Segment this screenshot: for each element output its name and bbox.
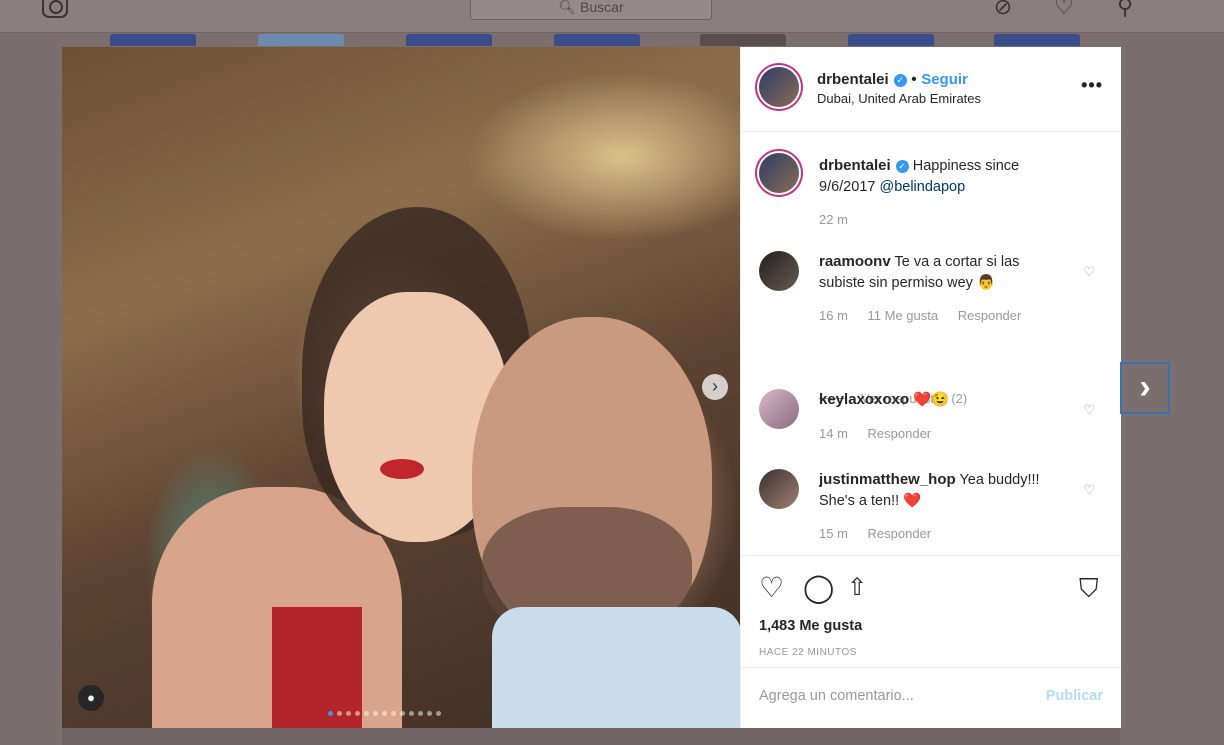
separator-dot: • (911, 71, 922, 88)
search-placeholder: Buscar (580, 0, 624, 15)
carousel-dot (328, 711, 333, 716)
carousel-dot (346, 711, 351, 716)
add-comment-bar: Agrega un comentario... Publicar (741, 667, 1121, 729)
commenter-avatar[interactable] (759, 469, 799, 509)
thumbnail (554, 34, 640, 46)
comment-like-heart-icon[interactable]: ♡ (1083, 479, 1095, 500)
carousel-dot (436, 711, 441, 716)
thumbnail (700, 34, 786, 46)
more-options-icon[interactable]: ••• (1081, 75, 1103, 96)
carousel-dot (391, 711, 396, 716)
search-input[interactable]: 🔍︎ Buscar (470, 0, 712, 20)
caption-body: drbentalei ✓ Happiness since 9/6/2017 @be… (819, 155, 1069, 198)
commenter-avatar[interactable] (759, 389, 799, 429)
caption-username[interactable]: drbentalei (819, 157, 891, 174)
reply-link[interactable]: Responder (868, 526, 932, 541)
user-icon[interactable]: ⚲ (1112, 0, 1138, 18)
reply-link[interactable]: Responder (868, 426, 932, 441)
post-location[interactable]: Dubai, United Arab Emirates (817, 91, 981, 106)
bookmark-icon[interactable]: ⛉ (1079, 574, 1099, 602)
background-grid-strip (62, 728, 1120, 745)
thumbnail (258, 34, 344, 46)
add-comment-input[interactable]: Agrega un comentario... (759, 688, 914, 704)
like-count[interactable]: 1,483 Me gusta (759, 618, 862, 634)
instagram-logo-icon[interactable] (42, 0, 68, 18)
photo-region (380, 459, 424, 479)
post-caption: drbentalei ✓ Happiness since 9/6/2017 @be… (759, 151, 1101, 231)
comment-item: keylaxoxoxo ❤️😉 ♡ 14 m Responder (759, 385, 1101, 455)
tagged-users-icon[interactable]: ● (78, 685, 104, 711)
post-timestamp[interactable]: HACE 22 MINUTOS (759, 647, 857, 658)
photo-region (272, 607, 362, 728)
carousel-next-icon[interactable]: › (702, 374, 728, 400)
carousel-dot (355, 711, 360, 716)
activity-heart-icon[interactable]: ♡ (1051, 0, 1077, 18)
comment-item: justinmatthew_hop Yea buddy!!! She's a t… (759, 465, 1101, 545)
post-header: drbentalei ✓ • Seguir Dubai, United Arab … (741, 47, 1121, 132)
carousel-dot (400, 711, 405, 716)
caption-time: 22 m (819, 212, 848, 227)
author-username[interactable]: drbentalei (817, 71, 889, 88)
carousel-dot (337, 711, 342, 716)
carousel-dot (427, 711, 432, 716)
comment-time: 14 m (819, 426, 848, 441)
top-navigation-bar: 🔍︎ Buscar ⊘ ♡ ⚲ (0, 0, 1224, 33)
commenter-avatar[interactable] (759, 251, 799, 291)
post-modal: › ● drbentalei ✓ • Seguir Dubai, United A… (62, 47, 1121, 728)
carousel-dot (418, 711, 423, 716)
publish-button[interactable]: Publicar (1046, 688, 1103, 704)
comment-text: ❤️😉 (913, 392, 950, 408)
comment-like-heart-icon[interactable]: ♡ (1083, 399, 1095, 420)
comment-time: 15 m (819, 526, 848, 541)
comment-body: justinmatthew_hop Yea buddy!!! She's a t… (819, 469, 1069, 512)
comment-meta: 14 m Responder (819, 423, 947, 444)
comment-body: raamoonv Te va a cortar si las subiste s… (819, 251, 1069, 294)
caption-mention-link[interactable]: @belindapop (879, 179, 965, 195)
carousel-dot (373, 711, 378, 716)
follow-button[interactable]: Seguir (921, 71, 968, 88)
thumbnail (406, 34, 492, 46)
author-line: drbentalei ✓ • Seguir (817, 71, 968, 89)
carousel-indicator (328, 703, 445, 716)
post-side-panel: drbentalei ✓ • Seguir Dubai, United Arab … (740, 47, 1121, 728)
carousel-dot (382, 711, 387, 716)
search-icon: 🔍︎ (558, 0, 581, 15)
photo-region (492, 607, 740, 728)
verified-badge-icon: ✓ (895, 160, 909, 173)
thumbnail (110, 34, 196, 46)
author-avatar[interactable] (759, 153, 799, 193)
share-icon[interactable]: ⇧ (847, 574, 867, 602)
comment-icon[interactable]: ◯ (803, 574, 834, 602)
post-photo[interactable]: › ● (62, 47, 740, 728)
comment-item: raamoonv Te va a cortar si las subiste s… (759, 247, 1101, 337)
next-post-chevron-right-icon[interactable]: › (1120, 362, 1170, 414)
reply-link[interactable]: Responder (958, 308, 1022, 323)
comment-username[interactable]: keylaxoxoxo (819, 391, 909, 408)
like-heart-icon[interactable]: ♡ (759, 574, 784, 602)
carousel-dot (409, 711, 414, 716)
compass-icon[interactable]: ⊘ (990, 0, 1016, 18)
comment-username[interactable]: raamoonv (819, 253, 891, 270)
comment-meta: 16 m 11 Me gusta Responder (819, 305, 1037, 326)
comment-like-heart-icon[interactable]: ♡ (1083, 261, 1095, 282)
thumbnail (848, 34, 934, 46)
comment-time: 16 m (819, 308, 848, 323)
author-avatar[interactable] (759, 67, 799, 107)
thumbnail (994, 34, 1080, 46)
comment-username[interactable]: justinmatthew_hop (819, 471, 956, 488)
carousel-dot (364, 711, 369, 716)
verified-badge-icon: ✓ (893, 74, 907, 87)
comment-likes-link[interactable]: 11 Me gusta (868, 308, 939, 323)
background-thumbnail-strip (110, 34, 1090, 46)
caption-meta: 22 m (819, 209, 864, 230)
comment-body: keylaxoxoxo ❤️😉 (819, 389, 1069, 411)
post-actions: ♡ ◯ ⇧ ⛉ 1,483 Me gusta HACE 22 MINUTOS (741, 555, 1121, 676)
comment-meta: 15 m Responder (819, 523, 947, 544)
